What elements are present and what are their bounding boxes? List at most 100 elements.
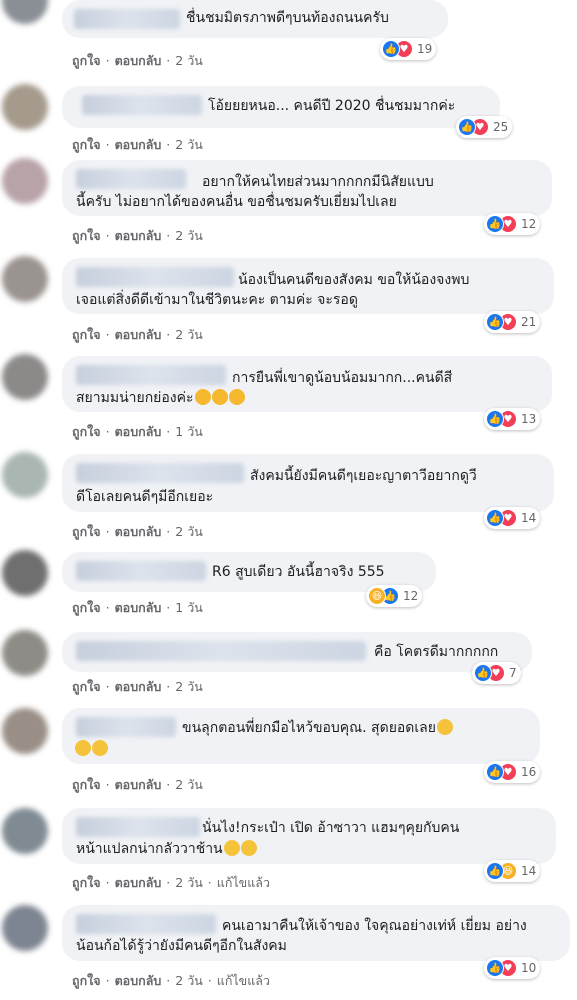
comment-actions: ถูกใจ · ตอบกลับ · 2 วัน · แก้ไขแล้ว (72, 971, 270, 991)
commenter-name[interactable] (74, 9, 180, 29)
avatar[interactable] (2, 256, 48, 302)
reply-link[interactable]: ตอบกลับ (115, 598, 162, 618)
reaction-summary[interactable]: 👍 ♥ 21 (484, 311, 541, 333)
reply-link[interactable]: ตอบกลับ (115, 971, 162, 991)
commenter-name[interactable] (76, 267, 234, 287)
timestamp[interactable]: 1 วัน (175, 598, 203, 618)
comment-actions: ถูกใจ · ตอบกลับ · 2 วัน (72, 677, 203, 697)
clap-emoji-icon (211, 389, 228, 405)
separator: · (105, 875, 110, 890)
reply-link[interactable]: ตอบกลับ (115, 677, 162, 697)
reaction-count: 21 (521, 315, 537, 329)
clap-emoji-icon (228, 389, 245, 405)
reaction-summary[interactable]: 👍 ♥ 10 (484, 957, 541, 979)
commenter-name[interactable] (76, 561, 206, 581)
like-link[interactable]: ถูกใจ (72, 325, 101, 345)
comment-bubble: นั่นไง!กระเป๋า เปิด อ้าซาวา แฮมๆคุยกับคน… (62, 808, 556, 864)
clap-emoji-icon (194, 389, 211, 405)
avatar[interactable] (2, 550, 48, 596)
commenter-name[interactable] (76, 817, 200, 837)
like-link[interactable]: ถูกใจ (72, 775, 101, 795)
reply-link[interactable]: ตอบกลับ (115, 422, 162, 442)
like-link[interactable]: ถูกใจ (72, 598, 101, 618)
timestamp[interactable]: 2 วัน (175, 226, 203, 246)
timestamp[interactable]: 2 วัน (175, 51, 203, 71)
comment-text: นั่นไง!กระเป๋า เปิด อ้าซาวา แฮมๆคุยกับคน (202, 820, 460, 836)
like-link[interactable]: ถูกใจ (72, 522, 101, 542)
like-reaction-icon: 👍 (486, 959, 504, 977)
avatar[interactable] (2, 354, 48, 400)
timestamp[interactable]: 2 วัน (175, 775, 203, 795)
comment-actions: ถูกใจ · ตอบกลับ · 2 วัน · แก้ไขแล้ว (72, 873, 270, 893)
reply-link[interactable]: ตอบกลับ (115, 325, 162, 345)
comment-actions: ถูกใจ · ตอบกลับ · 1 วัน (72, 598, 203, 618)
commenter-name[interactable] (76, 641, 366, 661)
comment-bubble: สังคมนี้ยังมีคนดีๆเยอะญาตาวีอยากดูวี ดีโ… (62, 454, 554, 512)
reply-link[interactable]: ตอบกลับ (115, 873, 162, 893)
like-link[interactable]: ถูกใจ (72, 135, 101, 155)
reaction-summary[interactable]: 👍 ♥ 16 (484, 761, 541, 783)
avatar[interactable] (2, 630, 48, 676)
commenter-name[interactable] (82, 95, 202, 115)
reply-link[interactable]: ตอบกลับ (115, 522, 162, 542)
timestamp[interactable]: 2 วัน (175, 971, 203, 991)
reaction-summary[interactable]: 😆 👍 12 (366, 585, 423, 607)
haha-reaction-icon: 😆 (368, 587, 386, 605)
comment-text-line: ขนลุกตอนพี่ยกมือไหว้ขอบคุณ. สุดยอดเลย (182, 720, 436, 736)
avatar[interactable] (2, 905, 48, 951)
reply-link[interactable]: ตอบกลับ (115, 51, 162, 71)
reply-link[interactable]: ตอบกลับ (115, 775, 162, 795)
edited-label[interactable]: แก้ไขแล้ว (217, 873, 270, 893)
timestamp[interactable]: 1 วัน (175, 422, 203, 442)
avatar[interactable] (2, 84, 48, 130)
separator: · (166, 600, 171, 615)
commenter-name[interactable] (76, 463, 244, 483)
commenter-name[interactable] (76, 365, 226, 385)
separator: · (166, 777, 171, 792)
comment-actions: ถูกใจ · ตอบกลับ · 2 วัน (72, 522, 203, 542)
avatar[interactable] (2, 452, 48, 498)
like-link[interactable]: ถูกใจ (72, 422, 101, 442)
avatar[interactable] (2, 708, 48, 754)
reply-link[interactable]: ตอบกลับ (115, 226, 162, 246)
separator: · (105, 777, 110, 792)
like-link[interactable]: ถูกใจ (72, 226, 101, 246)
timestamp[interactable]: 2 วัน (175, 873, 203, 893)
comment-actions: ถูกใจ · ตอบกลับ · 2 วัน (72, 775, 203, 795)
comment-actions: ถูกใจ · ตอบกลับ · 2 วัน (72, 325, 203, 345)
commenter-name[interactable] (76, 169, 186, 189)
avatar[interactable] (2, 808, 48, 854)
like-link[interactable]: ถูกใจ (72, 51, 101, 71)
avatar[interactable] (2, 158, 48, 204)
reaction-count: 12 (403, 589, 419, 603)
like-reaction-icon: 👍 (486, 763, 504, 781)
avatar[interactable] (2, 0, 48, 24)
like-link[interactable]: ถูกใจ (72, 873, 101, 893)
separator: · (105, 137, 110, 152)
commenter-name[interactable] (76, 717, 176, 737)
reaction-count: 12 (521, 217, 537, 231)
timestamp[interactable]: 2 วัน (175, 135, 203, 155)
commenter-name[interactable] (76, 914, 216, 934)
reaction-summary[interactable]: 👍 😆 14 (484, 860, 541, 882)
edited-label[interactable]: แก้ไขแล้ว (217, 971, 270, 991)
reaction-summary[interactable]: 👍 ♥ 12 (484, 213, 541, 235)
reaction-count: 13 (521, 412, 537, 426)
reaction-summary[interactable]: 👍 ♥ 13 (484, 408, 541, 430)
reaction-summary[interactable]: 👍 ♥ 7 (472, 662, 521, 684)
timestamp[interactable]: 2 วัน (175, 522, 203, 542)
reaction-summary[interactable]: 👍 ♥ 25 (456, 116, 513, 138)
reaction-count: 19 (417, 42, 433, 56)
timestamp[interactable]: 2 วัน (175, 677, 203, 697)
reaction-summary[interactable]: 👍 ♥ 14 (484, 507, 541, 529)
heart-eyes-emoji-icon (75, 740, 91, 756)
timestamp[interactable]: 2 วัน (175, 325, 203, 345)
reply-link[interactable]: ตอบกลับ (115, 135, 162, 155)
separator: · (105, 424, 110, 439)
grin-emoji-icon (240, 840, 257, 856)
separator: · (166, 524, 171, 539)
like-link[interactable]: ถูกใจ (72, 677, 101, 697)
heart-eyes-emoji-icon (436, 719, 453, 735)
reaction-summary[interactable]: 👍 ♥ 19 (380, 38, 437, 60)
like-link[interactable]: ถูกใจ (72, 971, 101, 991)
